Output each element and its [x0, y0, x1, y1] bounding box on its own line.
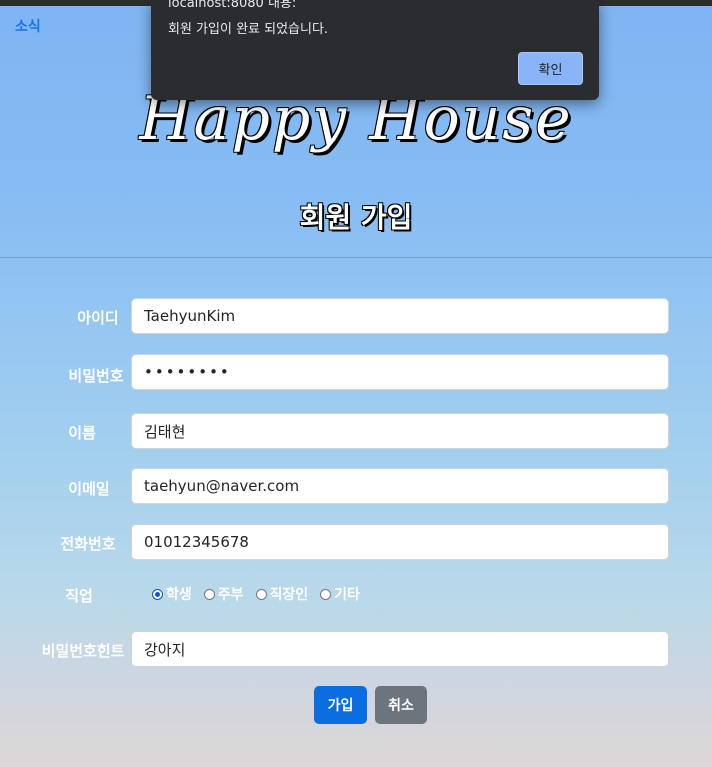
phone-input[interactable]: 01012345678	[131, 524, 669, 560]
radio-unchecked-icon[interactable]	[320, 588, 332, 600]
dialog-ok-button[interactable]: 확인	[518, 52, 583, 85]
dialog-message: 회원 가입이 완료 되었습니다.	[168, 22, 329, 37]
email-input[interactable]: taehyun@naver.com	[131, 468, 669, 504]
page-title: 회원 가입	[299, 201, 413, 234]
submit-button[interactable]: 가입	[314, 686, 367, 724]
radio-unchecked-icon[interactable]	[255, 588, 267, 600]
job-option-office-worker[interactable]: 직장인	[255, 584, 309, 604]
password-input[interactable]: ••••••••	[131, 354, 669, 390]
alert-dialog: localhost:8080 내용: 회원 가입이 완료 되었습니다. 확인	[151, 0, 599, 100]
cancel-button[interactable]: 취소	[375, 686, 427, 724]
name-input[interactable]: 김태현	[131, 413, 669, 449]
name-label: 이름	[68, 424, 96, 442]
job-option-label: 기타	[334, 587, 360, 603]
phone-label: 전화번호	[60, 535, 116, 553]
radio-unchecked-icon[interactable]	[203, 588, 215, 600]
news-link[interactable]: 소식	[15, 16, 41, 36]
radio-checked-icon[interactable]	[152, 588, 163, 600]
job-option-label: 직장인	[269, 587, 309, 603]
dialog-origin-text: localhost:8080 내용:	[168, 0, 297, 11]
password-hint-input[interactable]: 강아지	[131, 631, 669, 667]
header-divider	[0, 257, 712, 258]
password-hint-label: 비밀번호힌트	[41, 642, 125, 660]
id-input[interactable]: TaehyunKim	[131, 298, 669, 334]
job-radio-group: 학생 주부 직장인 기타	[152, 584, 360, 604]
job-option-housewife[interactable]: 주부	[203, 584, 244, 604]
job-label: 직업	[65, 587, 93, 605]
job-option-other[interactable]: 기타	[320, 584, 360, 604]
job-option-label: 주부	[217, 587, 244, 603]
job-option-label: 학생	[166, 587, 192, 603]
job-option-student[interactable]: 학생	[152, 584, 192, 604]
